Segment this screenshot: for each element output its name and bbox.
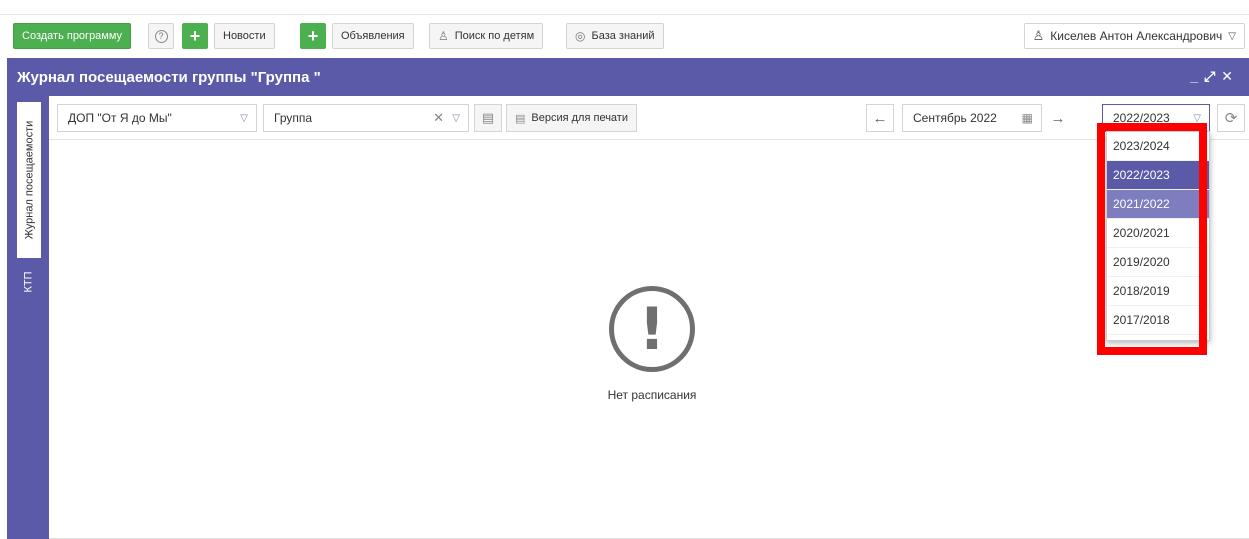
child-search-label: Поиск по детям bbox=[454, 30, 535, 42]
close-icon[interactable]: ✕ bbox=[1221, 68, 1239, 84]
refresh-button[interactable]: ⟳ bbox=[1217, 104, 1245, 132]
left-tab-bar: Журнал посещаемости КТП bbox=[7, 96, 49, 539]
window-controls: _⤢✕ bbox=[1190, 68, 1239, 85]
knowledge-base-label: База знаний bbox=[591, 30, 655, 42]
chevron-down-icon: ▽ bbox=[240, 112, 248, 124]
user-name: Киселев Антон Александрович bbox=[1050, 29, 1223, 43]
clear-icon[interactable]: ✕ bbox=[433, 110, 444, 126]
word-file-icon: ▤ bbox=[515, 112, 526, 125]
announcements-button[interactable]: Объявления bbox=[332, 23, 414, 49]
month-field[interactable]: Сентябрь 2022 ▦ bbox=[902, 104, 1042, 132]
calendar-icon[interactable]: ▦ bbox=[1022, 111, 1033, 125]
tab-attendance-journal-label: Журнал посещаемости bbox=[23, 120, 36, 240]
child-icon: ♙ bbox=[438, 29, 449, 43]
user-menu[interactable]: ♙ Киселев Антон Александрович ▽ bbox=[1023, 23, 1245, 49]
tab-attendance-journal[interactable]: Журнал посещаемости bbox=[17, 102, 41, 258]
arrow-left-icon: ← bbox=[872, 109, 888, 127]
empty-state-message: Нет расписания bbox=[607, 388, 697, 402]
top-toolbar: Создать программу ? + Новости + Объявлен… bbox=[0, 14, 1249, 58]
month-value: Сентябрь 2022 bbox=[913, 111, 997, 125]
chevron-down-icon: ▽ bbox=[1193, 112, 1201, 124]
chevron-down-icon: ▽ bbox=[1228, 30, 1236, 42]
news-button[interactable]: Новости bbox=[214, 23, 275, 49]
group-select-value: Группа bbox=[274, 111, 313, 125]
program-select-value: ДОП "От Я до Мы" bbox=[68, 111, 172, 125]
minimize-icon[interactable]: _ bbox=[1190, 68, 1204, 84]
group-select[interactable]: Группа ✕ ▽ bbox=[263, 104, 469, 132]
highlight-box bbox=[1097, 123, 1207, 355]
main-content: ДОП "От Я до Мы" ▽ Группа ✕ ▽ ▤ ▤ Версия… bbox=[49, 96, 1249, 539]
news-label: Новости bbox=[223, 30, 266, 42]
tab-ktp-label: КТП bbox=[22, 271, 35, 293]
print-version-label: Версия для печати bbox=[531, 112, 628, 124]
program-select[interactable]: ДОП "От Я до Мы" ▽ bbox=[57, 104, 257, 132]
pdf-file-icon: ▤ bbox=[481, 110, 495, 125]
expand-icon[interactable]: ⤢ bbox=[1204, 68, 1221, 84]
print-version-button[interactable]: ▤ Версия для печати bbox=[506, 104, 637, 132]
window-titlebar: Журнал посещаемости группы "Группа " _⤢✕ bbox=[7, 58, 1249, 96]
help-icon: ? bbox=[154, 29, 168, 43]
create-program-label: Создать программу bbox=[22, 30, 123, 42]
knowledge-base-button[interactable]: ◎ База знаний bbox=[566, 23, 664, 49]
announcements-label: Объявления bbox=[341, 30, 405, 42]
pdf-export-button[interactable]: ▤ bbox=[474, 104, 502, 132]
add-announcement-plus-icon[interactable]: + bbox=[300, 23, 326, 49]
lifebuoy-icon: ◎ bbox=[575, 29, 586, 43]
child-search-button[interactable]: ♙ Поиск по детям bbox=[429, 23, 544, 49]
user-icon: ♙ bbox=[1032, 28, 1045, 43]
warning-icon: ! bbox=[609, 286, 695, 372]
filter-bar: ДОП "От Я до Мы" ▽ Группа ✕ ▽ ▤ ▤ Версия… bbox=[49, 96, 1249, 140]
prev-month-button[interactable]: ← bbox=[866, 104, 894, 132]
refresh-icon: ⟳ bbox=[1224, 110, 1238, 127]
chevron-down-icon: ▽ bbox=[452, 112, 460, 124]
next-month-button[interactable]: → bbox=[1044, 104, 1072, 132]
help-button[interactable]: ? bbox=[148, 23, 174, 49]
create-program-button[interactable]: Создать программу bbox=[13, 23, 132, 49]
window-title: Журнал посещаемости группы "Группа " bbox=[17, 68, 321, 86]
add-news-plus-icon[interactable]: + bbox=[182, 23, 208, 49]
arrow-right-icon: → bbox=[1050, 109, 1066, 127]
tab-ktp[interactable]: КТП bbox=[17, 262, 41, 302]
